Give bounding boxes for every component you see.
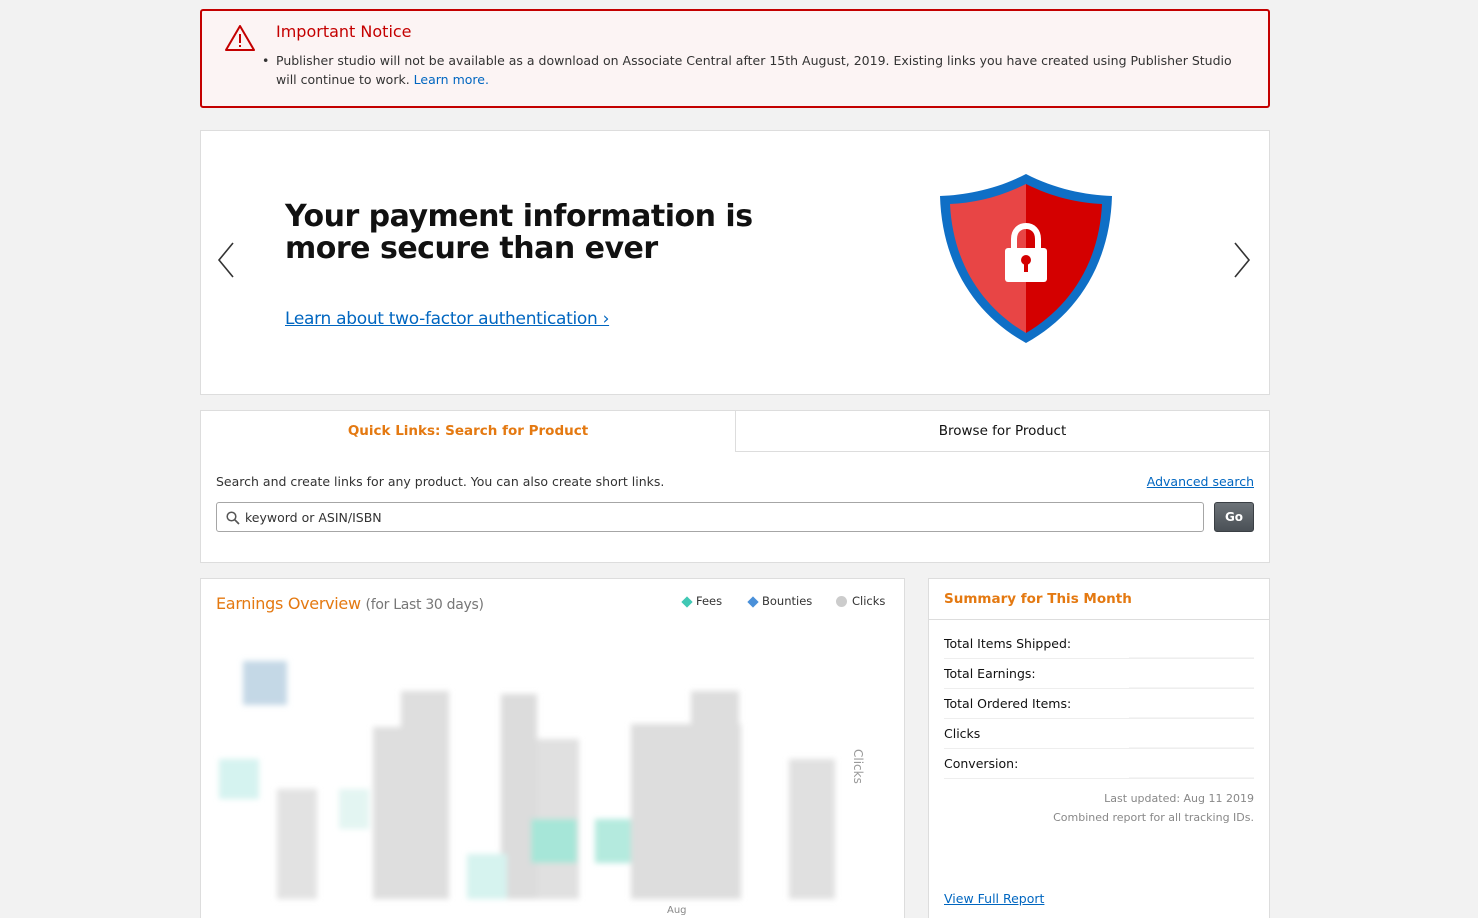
product-search-box [216, 502, 1204, 532]
summary-row-label: Total Ordered Items: [944, 696, 1072, 711]
quick-links-description: Search and create links for any product.… [216, 474, 665, 489]
summary-row-value [1129, 749, 1254, 778]
legend-clicks-label: Clicks [852, 594, 886, 608]
notice-learn-more-link[interactable]: Learn more. [414, 72, 489, 87]
clicks-legend-marker-icon [836, 596, 847, 607]
quick-links-tabs: Quick Links: Search for Product Browse f… [201, 411, 1269, 452]
summary-row-value [1129, 629, 1254, 658]
summary-title: Summary for This Month [929, 579, 1269, 620]
bounties-legend-marker-icon [747, 595, 759, 608]
summary-row-value [1129, 719, 1254, 748]
product-search-input[interactable] [245, 503, 1185, 531]
carousel-next-arrow-icon[interactable] [1232, 241, 1252, 279]
summary-row-total-earnings: Total Earnings: [944, 659, 1254, 689]
summary-row-items-shipped: Total Items Shipped: [944, 629, 1254, 659]
warning-triangle-icon [225, 25, 255, 51]
legend-bounties-label: Bounties [762, 594, 813, 608]
view-full-report-link[interactable]: View Full Report [944, 891, 1044, 906]
earnings-overview-panel: Earnings Overview (for Last 30 days) Fee… [200, 578, 905, 918]
search-icon [226, 511, 240, 525]
legend-clicks[interactable]: Clicks [836, 594, 885, 608]
advanced-search-link[interactable]: Advanced search [1147, 474, 1254, 489]
earnings-chart-blurred [219, 661, 835, 899]
carousel-prev-arrow-icon[interactable] [216, 241, 236, 279]
earnings-subtitle: (for Last 30 days) [365, 597, 484, 613]
notice-body: • Publisher studio will not be available… [262, 53, 1232, 87]
tab-browse-for-product[interactable]: Browse for Product [735, 411, 1269, 452]
banner-headline: Your payment information is more secure … [285, 201, 755, 265]
legend-bounties[interactable]: Bounties [747, 594, 813, 608]
legend-fees-label: Fees [696, 594, 723, 608]
last-updated: Last updated: Aug 11 2019 [1104, 792, 1254, 805]
important-notice: Important Notice • Publisher studio will… [200, 9, 1270, 108]
earnings-title-text: Earnings Overview [216, 594, 361, 613]
x-axis-label: Aug [667, 905, 687, 916]
summary-row-label: Total Items Shipped: [944, 636, 1072, 651]
two-factor-link[interactable]: Learn about two-factor authentication › [285, 309, 609, 329]
security-banner: Your payment information is more secure … [200, 130, 1270, 395]
go-button[interactable]: Go [1214, 502, 1254, 532]
combined-report-note: Combined report for all tracking IDs. [1053, 811, 1254, 824]
summary-row-label: Total Earnings: [944, 666, 1036, 681]
banner-headline-line2: more secure than ever [285, 231, 658, 266]
fees-legend-marker-icon [681, 595, 693, 608]
summary-row-label: Clicks [944, 726, 981, 741]
legend-fees[interactable]: Fees [681, 594, 723, 608]
earnings-title: Earnings Overview (for Last 30 days) [216, 594, 484, 613]
summary-row-clicks: Clicks [944, 719, 1254, 749]
notice-title: Important Notice [276, 22, 412, 41]
summary-row-conversion: Conversion: [944, 749, 1254, 779]
tab-search-for-product[interactable]: Quick Links: Search for Product [201, 411, 735, 452]
summary-row-ordered-items: Total Ordered Items: [944, 689, 1254, 719]
banner-headline-line1: Your payment information is [285, 199, 753, 234]
summary-panel: Summary for This Month Total Items Shipp… [928, 578, 1270, 918]
quick-links-panel: Quick Links: Search for Product Browse f… [200, 410, 1270, 563]
summary-row-value [1129, 689, 1254, 718]
summary-row-label: Conversion: [944, 756, 1019, 771]
summary-row-value [1129, 659, 1254, 688]
shield-lock-icon [940, 174, 1112, 343]
clicks-axis-label: Clicks [851, 749, 865, 784]
